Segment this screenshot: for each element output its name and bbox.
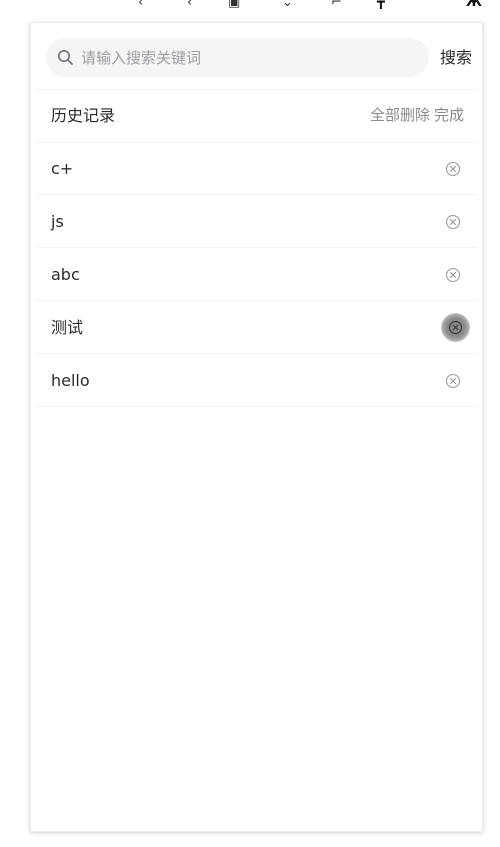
done-button[interactable]: 完成 [434,106,464,124]
history-item[interactable]: c+ [31,142,482,195]
history-header: 历史记录 全部删除 完成 [31,89,482,142]
history-item-label: js [51,212,64,231]
history-item[interactable]: js [31,195,482,248]
search-box [46,38,429,77]
history-item[interactable]: abc [31,248,482,301]
close-circle-icon[interactable] [442,158,464,180]
chevron-icon[interactable]: ⌄ [282,0,293,9]
box-icon[interactable]: ▣ [228,0,240,9]
phone-frame: 搜索 历史记录 全部删除完成 c+ js abc [30,22,483,832]
divider [37,406,477,407]
history-item[interactable]: hello [31,354,482,407]
history-list: c+ js abc 测试 hello [31,142,482,407]
back-icon[interactable]: ‹ [138,0,143,9]
history-item-label: 测试 [51,318,84,337]
close-circle-icon[interactable] [442,211,464,233]
app-icon[interactable]: Ж [466,0,482,9]
close-circle-icon[interactable] [442,264,464,286]
search-button[interactable]: 搜索 [440,38,472,77]
history-item-label: c+ [51,159,74,178]
search-bar: 搜索 [31,23,482,89]
cursor-icon[interactable]: ⌐ [331,0,342,9]
history-title: 历史记录 [51,106,116,125]
history-item[interactable]: 测试 [31,301,482,354]
pin-icon[interactable]: ┳ [377,0,385,9]
close-circle-icon[interactable] [441,313,470,342]
back-icon-2[interactable]: ‹ [187,0,192,9]
close-circle-icon[interactable] [442,370,464,392]
search-icon [57,49,74,66]
delete-all-button[interactable]: 全部删除 [370,106,430,124]
toolbar-strip: ‹ ‹ ▣ ⌄ ⌐ ┳ Ж [0,0,500,9]
header-actions: 全部删除 完成 [370,89,464,142]
history-item-label: abc [51,265,80,284]
history-item-label: hello [51,371,90,390]
search-input[interactable] [81,38,411,77]
